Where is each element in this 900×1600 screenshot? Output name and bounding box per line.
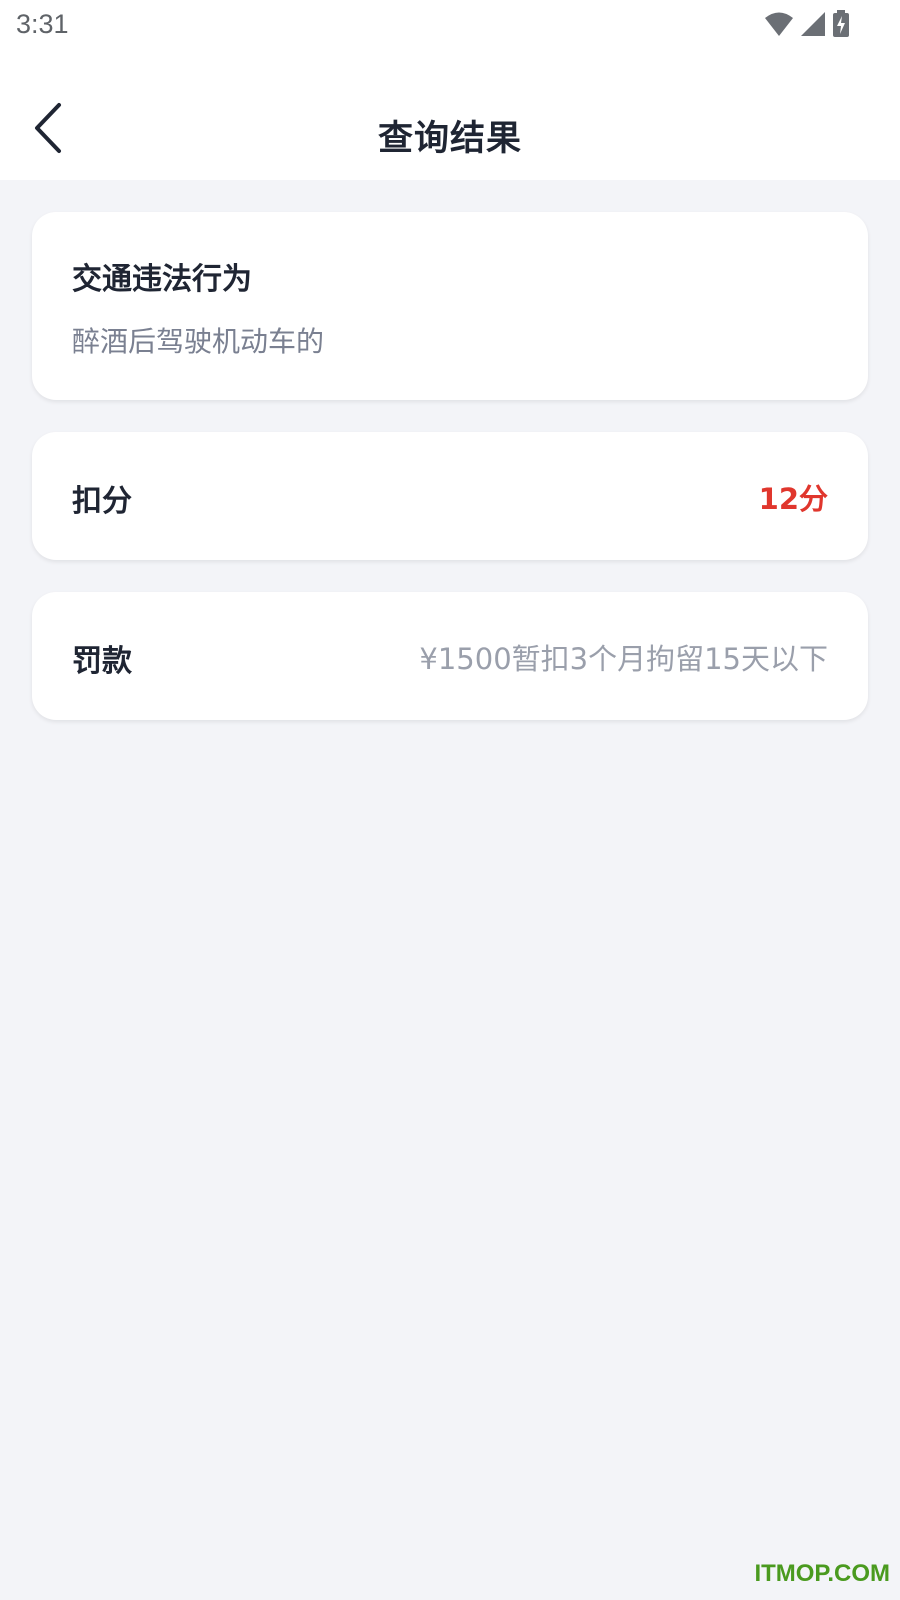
status-icons bbox=[764, 10, 850, 38]
violation-card: 交通违法行为 醉酒后驾驶机动车的 bbox=[32, 212, 868, 400]
status-bar: 3:31 bbox=[0, 0, 900, 52]
battery-charging-icon bbox=[832, 10, 850, 38]
screen: 3:31 查询结果 交通违法行为 醉酒后驾驶机动车的 扣分 12分 罚款 ¥15… bbox=[0, 0, 900, 1600]
cell-signal-icon bbox=[800, 11, 826, 37]
violation-description: 醉酒后驾驶机动车的 bbox=[72, 325, 325, 358]
page-title: 查询结果 bbox=[377, 119, 522, 159]
wifi-icon bbox=[764, 11, 794, 37]
fine-label: 罚款 bbox=[72, 644, 132, 679]
violation-title: 交通违法行为 bbox=[72, 262, 252, 297]
app-bar: 查询结果 bbox=[0, 52, 900, 180]
points-card: 扣分 12分 bbox=[32, 432, 868, 560]
fine-value: ¥1500暂扣3个月拘留15天以下 bbox=[419, 642, 828, 676]
points-value: 12分 bbox=[758, 482, 828, 516]
status-time: 3:31 bbox=[16, 9, 69, 39]
points-label: 扣分 bbox=[72, 484, 132, 519]
watermark: ITMOP.COM bbox=[754, 1560, 890, 1587]
fine-card: 罚款 ¥1500暂扣3个月拘留15天以下 bbox=[32, 592, 868, 720]
